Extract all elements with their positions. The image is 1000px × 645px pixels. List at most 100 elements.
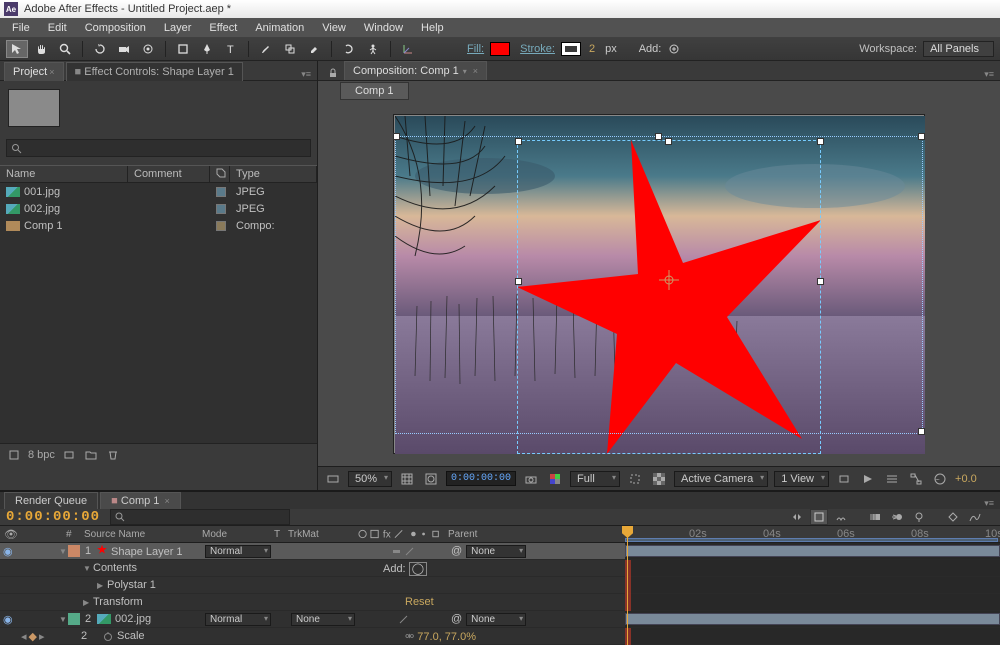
layer-track[interactable] [625, 594, 1000, 611]
clone-tool-icon[interactable] [279, 40, 301, 58]
layer-track[interactable] [625, 560, 1000, 577]
selection-handle[interactable] [393, 133, 400, 140]
visibility-toggle-icon[interactable]: ◉ [0, 613, 14, 626]
timeline-property-row[interactable]: ◂◆▸ 2 Scale ⚮ 77.0, 77.0% [0, 628, 625, 645]
menu-animation[interactable]: Animation [247, 20, 312, 36]
timeline-property-row[interactable]: ▶ Polystar 1 [0, 577, 625, 594]
layer-track[interactable] [625, 628, 1000, 645]
parent-dropdown[interactable]: None [466, 613, 526, 626]
menu-layer[interactable]: Layer [156, 20, 200, 36]
label-color[interactable] [68, 613, 80, 625]
effect-controls-panel-tab[interactable]: ■ Effect Controls: Shape Layer 1 [66, 62, 243, 81]
current-time-indicator[interactable] [627, 526, 628, 645]
menu-edit[interactable]: Edit [40, 20, 75, 36]
timeline-panel-menu-icon[interactable]: ▾≡ [984, 498, 994, 509]
timeline-current-time[interactable]: 0:00:00:00 [6, 509, 100, 525]
parent-dropdown[interactable]: None [466, 545, 526, 558]
twirl-icon[interactable]: ▶ [80, 598, 90, 607]
menu-view[interactable]: View [314, 20, 354, 36]
delete-icon[interactable] [105, 447, 121, 463]
stroke-color-swatch[interactable] [561, 42, 581, 56]
selection-handle[interactable] [817, 138, 824, 145]
snapshot-icon[interactable] [522, 471, 540, 487]
quality-switch-icon[interactable] [399, 615, 408, 624]
text-tool-icon[interactable]: T [220, 40, 242, 58]
layer-track[interactable] [625, 611, 1000, 628]
grid-icon[interactable] [398, 471, 416, 487]
interpret-footage-icon[interactable] [6, 447, 22, 463]
comp-canvas[interactable] [394, 115, 924, 453]
new-comp-icon[interactable] [61, 447, 77, 463]
pickwhip-icon[interactable]: @ [451, 545, 462, 557]
scale-value[interactable]: 77.0, 77.0% [417, 631, 476, 643]
menu-window[interactable]: Window [356, 20, 411, 36]
project-item[interactable]: 001.jpgJPEG [0, 183, 317, 200]
zoom-tool-icon[interactable] [54, 40, 76, 58]
shape-tool-icon[interactable] [172, 40, 194, 58]
time-ruler[interactable]: 02s 04s 06s 08s 10s [625, 526, 1000, 543]
selection-handle[interactable] [515, 138, 522, 145]
add-shape-icon[interactable] [667, 40, 681, 58]
timeline-icon[interactable] [883, 471, 901, 487]
twirl-icon[interactable]: ▶ [94, 581, 104, 590]
col-type[interactable]: Type [230, 166, 317, 182]
selection-handle[interactable] [817, 278, 824, 285]
timeline-search-input[interactable] [110, 509, 290, 525]
exposure-value[interactable]: +0.0 [955, 473, 977, 485]
pixel-aspect-icon[interactable] [835, 471, 853, 487]
menu-help[interactable]: Help [413, 20, 452, 36]
puppet-tool-icon[interactable] [362, 40, 384, 58]
magnification-dropdown[interactable]: 50% [348, 471, 392, 487]
reset-link[interactable]: Reset [402, 596, 437, 608]
twirl-icon[interactable]: ▼ [56, 547, 66, 556]
draft3d-icon[interactable] [810, 509, 828, 525]
flowchart-icon[interactable] [907, 471, 925, 487]
rotation-tool-icon[interactable] [89, 40, 111, 58]
3d-view-dropdown[interactable]: Active Camera [674, 471, 768, 487]
brainstorm-icon[interactable] [910, 509, 928, 525]
constrain-icon[interactable]: ⚮ [405, 631, 414, 643]
comp-panel-menu-icon[interactable]: ▾≡ [984, 69, 994, 80]
timeline-layer-row[interactable]: ◉ ▼ 1 Shape Layer 1 Normal @None [0, 543, 625, 560]
roto-tool-icon[interactable] [338, 40, 360, 58]
collapse-switch-icon[interactable] [392, 547, 401, 556]
menu-composition[interactable]: Composition [77, 20, 154, 36]
pickwhip-icon[interactable]: @ [451, 613, 462, 625]
composition-viewer[interactable] [318, 101, 1000, 466]
resolution-dropdown[interactable]: Full [570, 471, 620, 487]
mask-toggle-icon[interactable] [422, 471, 440, 487]
selection-handle[interactable] [665, 138, 672, 145]
bpc-label[interactable]: 8 bpc [28, 449, 55, 461]
fill-label[interactable]: Fill: [467, 43, 484, 55]
timeline-comp-tab[interactable]: ■ Comp 1 × [100, 492, 181, 509]
always-preview-icon[interactable] [324, 471, 342, 487]
col-label-icon[interactable] [210, 166, 230, 182]
blend-mode-dropdown[interactable]: Normal [205, 545, 271, 558]
selection-handle[interactable] [918, 133, 925, 140]
keyframe-indicator[interactable] [625, 577, 631, 594]
eraser-tool-icon[interactable] [303, 40, 325, 58]
composition-panel-tab[interactable]: Composition: Comp 1▾× [344, 61, 487, 80]
twirl-icon[interactable]: ▼ [56, 615, 66, 624]
comp-mini-flowchart-icon[interactable] [788, 509, 806, 525]
keyframe-indicator[interactable] [625, 628, 631, 645]
camera-tool-icon[interactable] [113, 40, 135, 58]
show-channel-icon[interactable] [546, 471, 564, 487]
panel-menu-icon[interactable]: ▾≡ [301, 69, 311, 80]
timeline-layer-row[interactable]: ◉ ▼ 2 002.jpg Normal None @None [0, 611, 625, 628]
fill-color-swatch[interactable] [490, 42, 510, 56]
transparency-grid-icon[interactable] [650, 471, 668, 487]
roi-icon[interactable] [626, 471, 644, 487]
lock-icon[interactable] [328, 68, 338, 78]
keyframe-indicator[interactable] [625, 594, 631, 611]
timeline-property-row[interactable]: ▶ Transform Reset [0, 594, 625, 611]
pan-behind-tool-icon[interactable] [137, 40, 159, 58]
stopwatch-icon[interactable] [103, 631, 113, 641]
project-item[interactable]: 002.jpgJPEG [0, 200, 317, 217]
selection-handle[interactable] [655, 133, 662, 140]
stroke-width-value[interactable]: 2 [589, 43, 595, 55]
local-axis-icon[interactable] [397, 40, 419, 58]
hide-shy-icon[interactable] [832, 509, 850, 525]
blend-mode-dropdown[interactable]: Normal [205, 613, 271, 626]
label-color[interactable] [68, 545, 80, 557]
